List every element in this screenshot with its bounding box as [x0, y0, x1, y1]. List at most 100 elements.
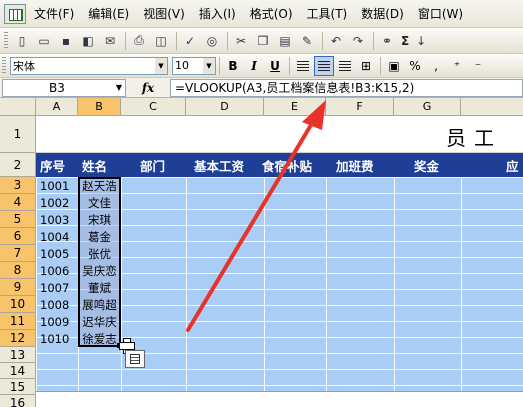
toolbar-grip[interactable] [4, 31, 8, 50]
format-painter-icon[interactable]: ✎ [297, 31, 317, 51]
new-file-icon[interactable]: ▯ [12, 31, 32, 51]
row-header-1[interactable]: 1 [0, 116, 36, 153]
email-icon[interactable]: ✉ [100, 31, 120, 51]
table-cell-id[interactable]: 1003 [36, 212, 78, 228]
table-cell-name[interactable]: 宋琪 [78, 212, 121, 228]
table-cell-id[interactable]: 1005 [36, 246, 78, 262]
auto-fill-options-icon[interactable] [125, 350, 145, 368]
chevron-down-icon[interactable]: ▼ [155, 57, 167, 74]
print-preview-icon[interactable]: ◫ [151, 31, 171, 51]
row-header-16[interactable]: 16 [0, 395, 36, 407]
table-cell-name[interactable]: 展鸣超 [78, 297, 121, 313]
chevron-down-icon[interactable]: ▼ [113, 80, 125, 96]
row-header-15[interactable]: 15 [0, 379, 36, 395]
table-header-row[interactable]: 序号 姓名 部门 基本工资 食宿补贴 加班费 奖金 应 [36, 153, 523, 177]
decrease-decimal-icon[interactable]: ⁻ [468, 56, 488, 76]
menu-file[interactable]: 文件(F) [34, 5, 74, 22]
font-name-select[interactable]: 宋体 ▼ [10, 56, 168, 75]
hyperlink-icon[interactable]: ⚭ [377, 31, 397, 51]
row-header-13[interactable]: 13 [0, 347, 36, 363]
underline-button[interactable]: U [265, 56, 285, 76]
bold-button[interactable]: B [223, 56, 243, 76]
table-cell-id[interactable]: 1004 [36, 229, 78, 245]
spelling-icon[interactable]: ✓ [180, 31, 200, 51]
cut-icon[interactable]: ✂ [231, 31, 251, 51]
column-header-d[interactable]: D [186, 98, 264, 116]
row-header-2[interactable]: 2 [0, 153, 36, 177]
row-header-10[interactable]: 10 [0, 296, 36, 313]
align-right-icon[interactable] [335, 56, 355, 76]
increase-decimal-icon[interactable]: ⁺ [447, 56, 467, 76]
table-cell-id[interactable]: 1002 [36, 195, 78, 211]
column-header-e[interactable]: E [264, 98, 326, 116]
empty-row[interactable] [36, 391, 523, 407]
column-header-h[interactable] [461, 98, 523, 116]
name-box[interactable]: B3 ▼ [2, 78, 126, 97]
menu-edit[interactable]: 编辑(E) [88, 5, 129, 22]
row-header-12[interactable]: 12 [0, 330, 36, 347]
redo-icon[interactable]: ↷ [348, 31, 368, 51]
table-cell-id[interactable]: 1007 [36, 280, 78, 296]
table-cell-id[interactable]: 1009 [36, 314, 78, 330]
table-cell-name[interactable]: 葛金 [78, 229, 121, 245]
row-header-6[interactable]: 6 [0, 228, 36, 245]
align-center-icon[interactable] [314, 55, 334, 76]
copy-icon[interactable]: ❐ [253, 31, 273, 51]
column-header-a[interactable]: A [36, 98, 78, 116]
header-overtime: 加班费 [336, 158, 374, 174]
row-header-9[interactable]: 9 [0, 279, 36, 296]
menu-format[interactable]: 格式(O) [250, 5, 293, 22]
research-icon[interactable]: ◎ [202, 31, 222, 51]
table-cell-name[interactable]: 张优 [78, 246, 121, 262]
column-header-g[interactable]: G [394, 98, 461, 116]
excel-app-icon[interactable] [4, 3, 26, 24]
row-header-8[interactable]: 8 [0, 262, 36, 279]
row-header-14[interactable]: 14 [0, 363, 36, 379]
row-header-11[interactable]: 11 [0, 313, 36, 330]
menu-tools[interactable]: 工具(T) [307, 5, 348, 22]
sort-ascending-icon[interactable]: ↓ [411, 31, 431, 51]
toolbar-grip[interactable] [2, 56, 6, 75]
table-cell-name[interactable]: 吴庆恋 [78, 263, 121, 279]
column-header-c[interactable]: C [121, 98, 186, 116]
menu-view[interactable]: 视图(V) [143, 5, 185, 22]
undo-icon[interactable]: ↶ [326, 31, 346, 51]
save-icon[interactable]: ▪ [56, 31, 76, 51]
table-cell-id[interactable]: 1010 [36, 331, 78, 347]
row-header-4[interactable]: 4 [0, 194, 36, 211]
font-size-select[interactable]: 10 ▼ [172, 56, 216, 75]
table-cell-name[interactable]: 董斌 [78, 280, 121, 296]
title-row[interactable]: 员工 [36, 116, 523, 153]
select-all-corner[interactable] [0, 98, 36, 116]
currency-icon[interactable]: ▣ [384, 56, 404, 76]
column-header-b[interactable]: B [78, 98, 121, 116]
menu-insert[interactable]: 插入(I) [199, 5, 236, 22]
menu-data[interactable]: 数据(D) [361, 5, 404, 22]
merge-center-icon[interactable]: ⊞ [356, 56, 376, 76]
permission-icon[interactable]: ◧ [78, 31, 98, 51]
comma-style-icon[interactable]: , [426, 56, 446, 76]
row-header-5[interactable]: 5 [0, 211, 36, 228]
chevron-down-icon[interactable]: ▼ [203, 57, 215, 74]
table-cell-name[interactable]: 迟华庆 [78, 314, 121, 330]
row-header-7[interactable]: 7 [0, 245, 36, 262]
row-header-3[interactable]: 3 [0, 177, 36, 194]
formula-input[interactable]: =VLOOKUP(A3,员工档案信息表!B3:K15,2) [170, 78, 523, 97]
worksheet-grid[interactable]: A B C D E F G 1 2 3 4 5 6 7 8 9 10 11 12… [0, 98, 523, 407]
table-cell-id[interactable]: 1001 [36, 178, 78, 194]
percent-button[interactable]: % [405, 56, 425, 76]
table-cell-name[interactable]: 文佳 [78, 195, 121, 211]
paste-icon[interactable]: ▤ [275, 31, 295, 51]
autosum-icon[interactable]: Σ [401, 34, 409, 48]
table-cell-id[interactable]: 1006 [36, 263, 78, 279]
print-icon[interactable]: ⎙ [129, 31, 149, 51]
open-folder-icon[interactable]: ▭ [34, 31, 54, 51]
align-left-icon[interactable] [293, 56, 313, 76]
insert-function-icon[interactable]: fx [126, 81, 170, 95]
table-cell-name[interactable]: 赵天浩 [78, 178, 121, 194]
table-cell-name[interactable]: 徐爱志 [78, 331, 121, 347]
column-header-f[interactable]: F [326, 98, 394, 116]
italic-button[interactable]: I [244, 56, 264, 76]
table-cell-id[interactable]: 1008 [36, 297, 78, 313]
menu-window[interactable]: 窗口(W) [418, 5, 463, 22]
